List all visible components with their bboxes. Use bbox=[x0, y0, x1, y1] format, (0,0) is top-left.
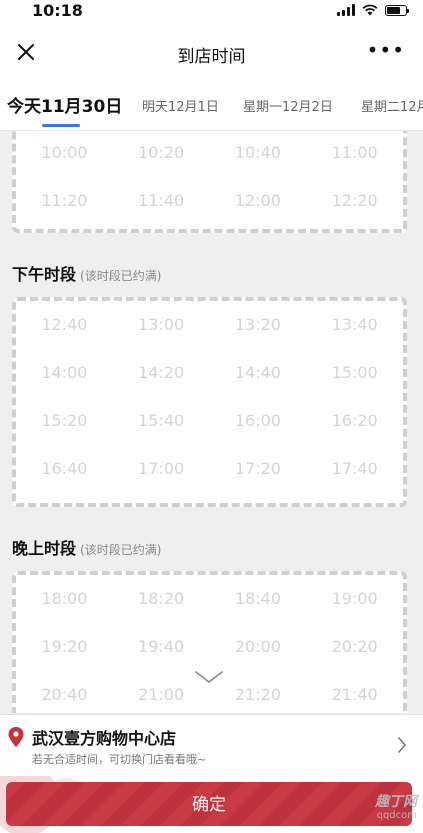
evening-slot-card: 18:00 18:20 18:40 19:00 19:20 19:40 20:00 20:20… bbox=[12, 571, 407, 713]
time-slot[interactable]: 20:20 bbox=[306, 637, 403, 685]
battery-icon bbox=[385, 4, 409, 16]
time-slot[interactable]: 20:00 bbox=[210, 637, 307, 685]
time-slot[interactable]: 12:00 bbox=[210, 191, 307, 239]
active-tab-indicator bbox=[42, 124, 80, 127]
time-slot[interactable]: 13:40 bbox=[306, 315, 403, 363]
time-slot[interactable]: 18:00 bbox=[16, 589, 113, 637]
time-slot[interactable]: 21:00 bbox=[113, 685, 210, 713]
page-title: 到店时间 bbox=[177, 47, 246, 67]
location-pin-icon bbox=[8, 727, 24, 747]
time-slot[interactable]: 20:40 bbox=[16, 685, 113, 713]
watermark: 趣丁网 qqdcom bbox=[351, 794, 417, 828]
watermark-text: 趣丁网 bbox=[375, 794, 417, 810]
chevron-right-icon[interactable] bbox=[397, 737, 407, 753]
evening-title-text: 晚上时段 bbox=[12, 539, 77, 558]
date-tabs: 今天11月30日 明天12月1日 星期一12月2日 星期二12月3日 bbox=[0, 80, 423, 131]
bottom-action-area: 确定 趣丁网 qqdcom bbox=[0, 776, 423, 833]
morning-slot-grid: 10:00 10:20 10:40 11:00 11:20 11:40 12:00 12:20 bbox=[16, 143, 403, 239]
time-slot[interactable]: 17:40 bbox=[306, 459, 403, 507]
evening-full-note: (该时段已约满) bbox=[80, 543, 162, 557]
time-slot[interactable]: 21:40 bbox=[306, 685, 403, 713]
evening-section-title: 晚上时段 (该时段已约满) bbox=[12, 535, 161, 559]
time-slot[interactable]: 14:20 bbox=[113, 363, 210, 411]
tab-date-monday[interactable]: 星期一12月2日 bbox=[243, 96, 333, 115]
store-name: 武汉壹方购物中心店 bbox=[32, 729, 177, 748]
time-slot[interactable]: 16:00 bbox=[210, 411, 307, 459]
cellular-signal-icon bbox=[337, 4, 355, 16]
evening-slot-grid: 18:00 18:20 18:40 19:00 19:20 19:40 20:00 20:20… bbox=[16, 589, 403, 713]
chevron-down-icon[interactable] bbox=[194, 669, 224, 685]
time-slot[interactable]: 12:40 bbox=[16, 315, 113, 363]
time-slot[interactable]: 14:00 bbox=[16, 363, 113, 411]
store-selector[interactable]: 武汉壹方购物中心店 若无合适时间，可切换门店看看哦~ bbox=[0, 714, 423, 777]
afternoon-title-text: 下午时段 bbox=[12, 265, 77, 284]
time-slot[interactable]: 16:20 bbox=[306, 411, 403, 459]
tab-date-tuesday[interactable]: 星期二12月3日 bbox=[361, 96, 423, 115]
time-slot[interactable]: 11:00 bbox=[306, 143, 403, 191]
time-slot-list[interactable]: 10:00 10:20 10:40 11:00 11:20 11:40 12:00 12:20… bbox=[0, 131, 423, 713]
wifi-icon bbox=[362, 4, 378, 16]
status-bar: 10:18 bbox=[0, 0, 423, 24]
afternoon-slot-grid: 12:40 13:00 13:20 13:40 14:00 14:20 14:40 15:00… bbox=[16, 315, 403, 507]
afternoon-section-title: 下午时段 (该时段已约满) bbox=[12, 261, 161, 285]
watermark-domain: qqdcom bbox=[376, 810, 417, 821]
time-slot[interactable]: 21:20 bbox=[210, 685, 307, 713]
time-slot[interactable]: 10:40 bbox=[210, 143, 307, 191]
time-slot[interactable]: 15:20 bbox=[16, 411, 113, 459]
more-options-button[interactable]: ••• bbox=[367, 40, 405, 60]
morning-slot-card: 10:00 10:20 10:40 11:00 11:20 11:40 12:00 12:20 bbox=[12, 131, 407, 233]
afternoon-slot-card: 12:40 13:00 13:20 13:40 14:00 14:20 14:40 15:00… bbox=[12, 297, 407, 507]
time-slot[interactable]: 19:20 bbox=[16, 637, 113, 685]
status-time: 10:18 bbox=[32, 1, 83, 20]
afternoon-full-note: (该时段已约满) bbox=[80, 269, 162, 283]
time-slot[interactable]: 10:20 bbox=[113, 143, 210, 191]
time-slot[interactable]: 11:40 bbox=[113, 191, 210, 239]
time-slot[interactable]: 18:20 bbox=[113, 589, 210, 637]
time-slot[interactable]: 17:00 bbox=[113, 459, 210, 507]
time-slot[interactable]: 17:20 bbox=[210, 459, 307, 507]
time-slot[interactable]: 11:20 bbox=[16, 191, 113, 239]
time-slot[interactable]: 14:40 bbox=[210, 363, 307, 411]
time-slot[interactable]: 13:00 bbox=[113, 315, 210, 363]
time-slot[interactable]: 19:00 bbox=[306, 589, 403, 637]
status-icons bbox=[337, 4, 409, 16]
time-slot[interactable]: 10:00 bbox=[16, 143, 113, 191]
time-slot[interactable]: 12:20 bbox=[306, 191, 403, 239]
tab-date-today[interactable]: 今天11月30日 bbox=[7, 92, 122, 117]
time-slot[interactable]: 18:40 bbox=[210, 589, 307, 637]
time-slot[interactable]: 13:20 bbox=[210, 315, 307, 363]
store-hint: 若无合适时间，可切换门店看看哦~ bbox=[32, 753, 207, 766]
nav-bar: 到店时间 ••• bbox=[0, 24, 423, 80]
time-slot[interactable]: 15:40 bbox=[113, 411, 210, 459]
time-slot[interactable]: 16:40 bbox=[16, 459, 113, 507]
time-slot[interactable]: 15:00 bbox=[306, 363, 403, 411]
tab-date-tomorrow[interactable]: 明天12月1日 bbox=[142, 96, 219, 115]
